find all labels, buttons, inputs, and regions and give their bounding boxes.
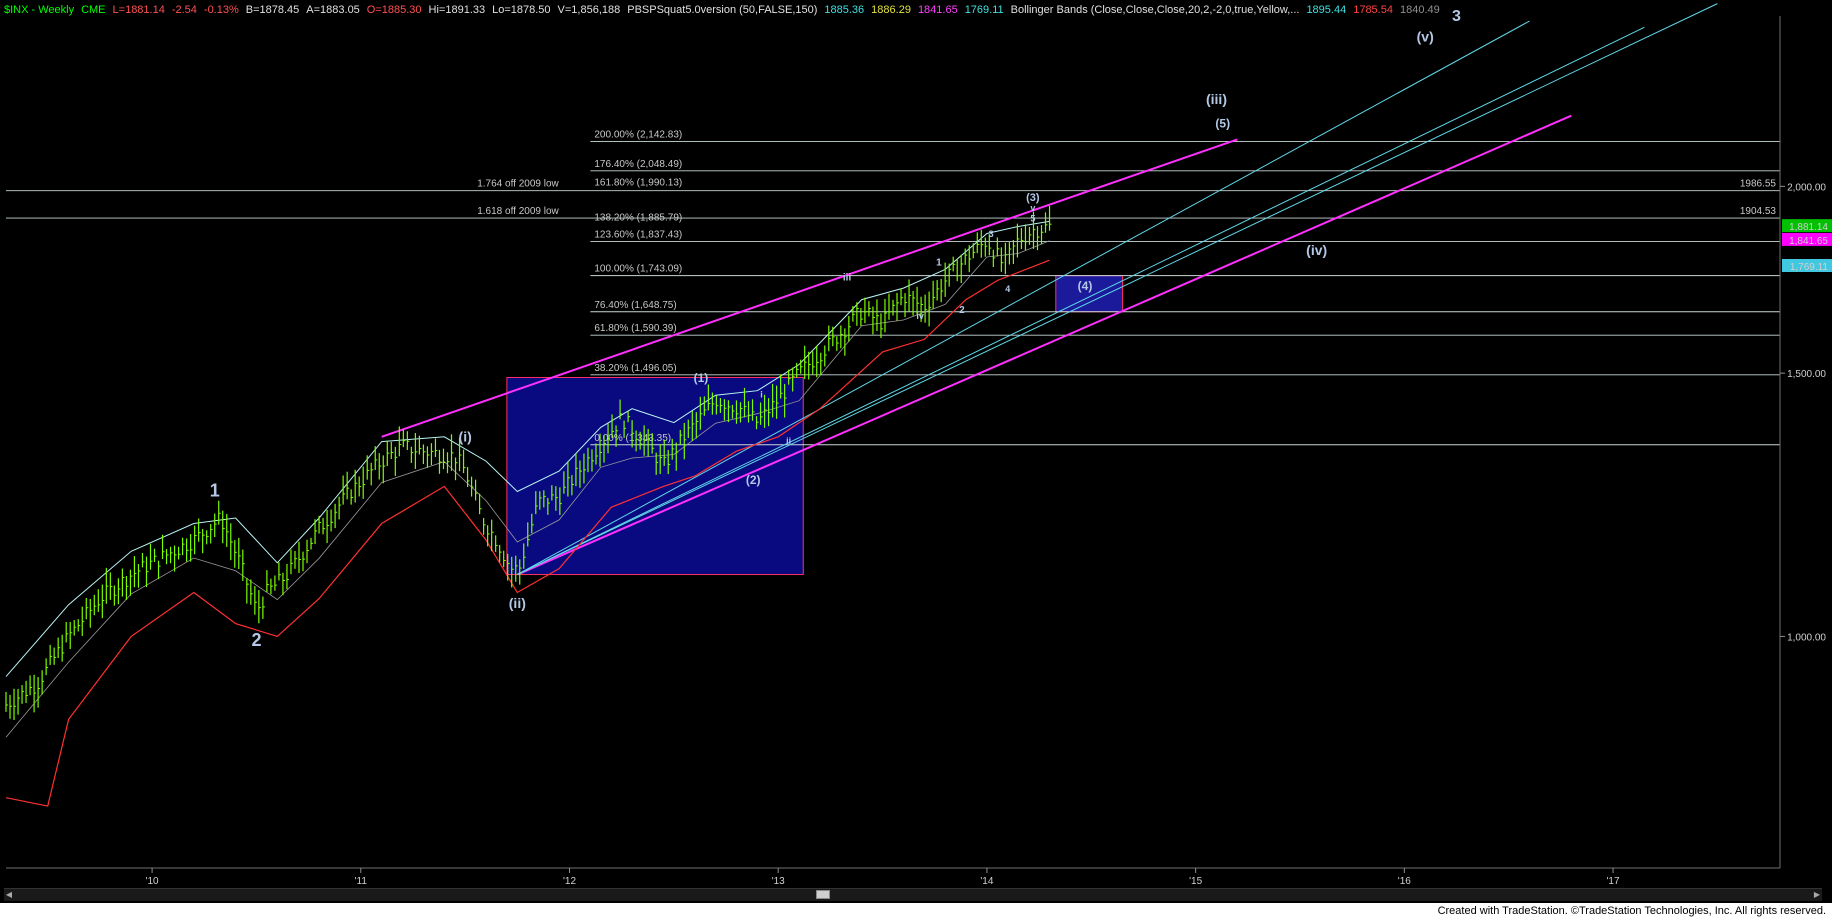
header-field-7: O=1885.30 (367, 4, 422, 16)
wave-label-19: (i) (459, 429, 472, 445)
level-right-label-2: 1986.55 (1740, 179, 1777, 190)
wave-label-8: 1 (936, 258, 942, 269)
header-field-15: 1769.11 (965, 4, 1004, 16)
price-tag-label-0: 1,881.14 (1789, 222, 1828, 233)
level-label-8: 76.40% (1,648.75) (594, 300, 676, 311)
scroll-right-icon[interactable]: ▶ (1812, 890, 1822, 900)
level-label-0: 200.00% (2,142.83) (594, 130, 682, 141)
header-field-2: L=1881.14 (113, 4, 165, 16)
wave-label-1: (v) (1417, 28, 1434, 44)
header-field-17: 1895.44 (1306, 4, 1346, 16)
time-tick-label-5: '15 (1189, 876, 1202, 887)
header-field-6: A=1883.05 (306, 4, 360, 16)
time-tick-label-7: '17 (1607, 876, 1620, 887)
header-field-3: -2.54 (172, 4, 197, 16)
chart-background (0, 0, 1832, 920)
wave-label-9: iii (843, 273, 852, 284)
level-label-7: 100.00% (1,743.09) (594, 264, 682, 275)
price-tick-label-0: 1,000.00 (1787, 632, 1826, 643)
wave-label-3: (5) (1215, 116, 1230, 130)
header-field-18: 1785.54 (1353, 4, 1393, 16)
header-field-4: -0.13% (204, 4, 239, 16)
scroll-left-icon[interactable]: ◀ (4, 890, 14, 900)
header-field-11: PBSPSquat5.0version (50,FALSE,150) (627, 4, 817, 16)
level-label-4: 1.618 off 2009 low (477, 206, 559, 217)
wave-label-16: i (760, 389, 763, 399)
price-tag-label-1: 1,841.65 (1789, 236, 1828, 247)
level-label-6: 123.60% (1,837.43) (594, 229, 682, 240)
wave-label-2: (iii) (1206, 91, 1227, 107)
header-field-16: Bollinger Bands (Close,Close,Close,20,2,… (1011, 4, 1300, 16)
header-field-12: 1885.36 (824, 4, 864, 16)
footer-credit: Created with TradeStation. ©TradeStation… (1437, 905, 1826, 917)
wave-label-21: 1 (210, 481, 220, 501)
level-label-3: 161.80% (1,990.13) (594, 178, 682, 189)
wave-label-15: (1) (694, 371, 709, 385)
level-label-2: 1.764 off 2009 low (477, 179, 559, 190)
time-tick-label-1: '11 (355, 876, 368, 887)
time-tick-label-4: '14 (980, 876, 993, 887)
footer-bar: Created with TradeStation. ©TradeStation… (0, 903, 1832, 920)
header-field-10: V=1,856,188 (558, 4, 621, 16)
time-tick-label-0: '10 (146, 876, 159, 887)
time-tick-label-2: '12 (563, 876, 576, 887)
wave-label-14: (4) (1078, 279, 1093, 293)
scrollbar-thumb[interactable] (816, 890, 830, 899)
header-field-8: Hi=1891.33 (429, 4, 486, 16)
wave-label-5: v (1030, 203, 1035, 213)
header-field-1: CME (81, 4, 105, 16)
level-label-11: 0.00% (1,343.35) (594, 433, 671, 444)
wave-label-18: (2) (746, 473, 761, 487)
header-field-14: 1841.65 (918, 4, 958, 16)
wave-label-6: 5 (1030, 213, 1035, 223)
horizontal-scrollbar[interactable]: ◀ ▶ (4, 888, 1822, 901)
price-tick-label-2: 2,000.00 (1787, 182, 1826, 193)
wave-label-11: 2 (959, 305, 965, 316)
time-tick-label-6: '16 (1398, 876, 1411, 887)
level-label-5: 138.20% (1,885.79) (594, 213, 682, 224)
level-label-9: 61.80% (1,590.39) (594, 323, 676, 334)
price-chart: $INX - Weekly CME L=1881.14 -2.54 -0.13% B=18… (0, 0, 1832, 920)
wave-label-10: 4 (1005, 284, 1010, 294)
header-field-19: 1840.49 (1400, 4, 1440, 16)
time-tick-label-3: '13 (772, 876, 785, 887)
header-field-13: 1886.29 (871, 4, 911, 16)
header-field-9: Lo=1878.50 (492, 4, 550, 16)
level-right-label-4: 1904.53 (1740, 206, 1777, 217)
header-field-5: B=1878.45 (246, 4, 300, 16)
price-tag-label-2: 1,769.11 (1790, 262, 1829, 273)
wave-label-22: 2 (251, 630, 261, 650)
wave-label-0: 3 (1452, 8, 1461, 25)
header-readout: $INX - Weekly CME L=1881.14 -2.54 -0.13% B=18… (4, 4, 1440, 16)
wave-label-7: 3 (989, 229, 994, 239)
wave-label-20: (ii) (509, 595, 526, 611)
level-label-1: 176.40% (2,048.49) (594, 159, 682, 170)
wave-label-17: ii (786, 436, 791, 446)
wave-label-12: iv (916, 311, 924, 321)
level-label-10: 38.20% (1,496.05) (594, 363, 676, 374)
price-tick-label-1: 1,500.00 (1787, 369, 1826, 380)
header-field-0: $INX - Weekly (4, 4, 75, 16)
wave-label-13: (iv) (1306, 242, 1327, 258)
